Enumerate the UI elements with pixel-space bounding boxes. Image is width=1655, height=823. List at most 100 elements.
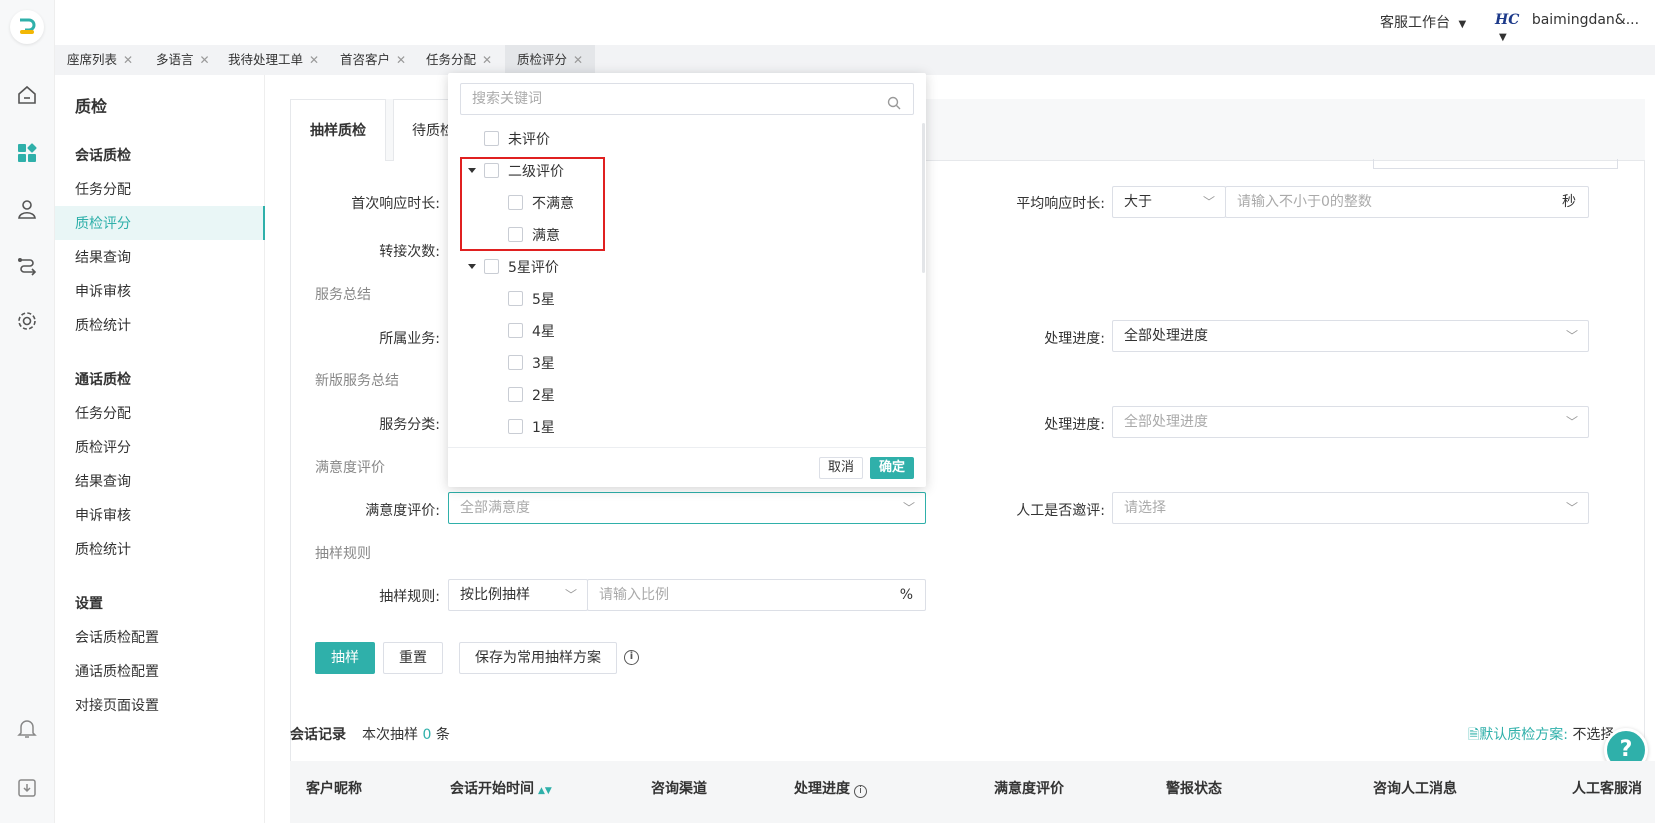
dashboard-icon[interactable] (14, 140, 40, 166)
tab-task-assign[interactable]: 任务分配 ✕ (414, 45, 500, 75)
sampling-mode-select[interactable]: 按比例抽样 ﹀ (448, 579, 588, 611)
option-dissatisfied[interactable]: 不满意 (532, 193, 574, 213)
satisfaction-select[interactable]: 全部满意度 ﹀ (448, 492, 926, 524)
service-category-label: 服务分类: (379, 417, 440, 433)
gear-icon[interactable] (14, 308, 40, 334)
checkbox-unrated[interactable] (484, 131, 499, 146)
col-customer-nickname: 客户昵称 (306, 781, 362, 797)
tab-multilang[interactable]: 多语言 ✕ (144, 45, 216, 75)
tab-first-consult[interactable]: 首咨客户 ✕ (328, 45, 414, 75)
workspace-label: 客服工作台 (1380, 15, 1450, 31)
sidebar-item-call-qc-score[interactable]: 质检评分 (75, 437, 131, 457)
close-icon[interactable]: ✕ (309, 53, 319, 67)
bell-icon[interactable] (14, 715, 40, 741)
avg-response-operator-select[interactable]: 大于 ﹀ (1112, 186, 1226, 218)
user-menu[interactable]: HC baimingdan&... ▼ (1495, 12, 1655, 44)
workspace-dropdown[interactable]: 客服工作台 ▼ (1380, 12, 1466, 32)
sort-icon[interactable]: ▲▼ (538, 786, 552, 796)
progress-select[interactable]: 全部处理进度 ﹀ (1112, 320, 1589, 352)
checkbox-star5[interactable] (508, 291, 523, 306)
dropdown-search-input[interactable]: 搜索关键词 (460, 83, 914, 115)
sidebar-title: 质检 (75, 97, 108, 116)
reset-button[interactable]: 重置 (383, 642, 443, 674)
option-star4[interactable]: 4星 (532, 321, 555, 341)
default-scheme-label: 默认质检方案: (1479, 727, 1568, 743)
tab-agent-list[interactable]: 座席列表 ✕ (55, 45, 135, 75)
tab-sampling-qc[interactable]: 抽样质检 (290, 99, 386, 161)
option-five-star-group[interactable]: 5星评价 (508, 257, 559, 277)
sidebar-item-appeal[interactable]: 申诉审核 (75, 281, 131, 301)
option-satisfied[interactable]: 满意 (532, 225, 560, 245)
checkbox-two-level[interactable] (484, 163, 499, 178)
chevron-down-icon: ﹀ (1565, 329, 1578, 343)
close-icon[interactable]: ✕ (200, 53, 210, 67)
input-placeholder: 请选择 (1124, 500, 1166, 516)
close-icon[interactable]: ✕ (396, 53, 406, 67)
first-response-label: 首次响应时长: (351, 196, 440, 212)
route-icon[interactable] (14, 252, 40, 278)
dropdown-confirm-button[interactable]: 确定 (870, 457, 914, 479)
checkbox-five-star[interactable] (484, 259, 499, 274)
sidebar-item-task-assign[interactable]: 任务分配 (75, 179, 131, 199)
sidebar-item-call-task-assign[interactable]: 任务分配 (75, 403, 131, 423)
option-two-level[interactable]: 二级评价 (508, 161, 564, 181)
dropdown-cancel-button[interactable]: 取消 (819, 457, 863, 479)
checkbox-star4[interactable] (508, 323, 523, 338)
close-icon[interactable]: ✕ (123, 53, 133, 67)
checkbox-satisfied[interactable] (508, 227, 523, 242)
default-scheme[interactable]: 🗎默认质检方案: 不选择 (1468, 724, 1614, 748)
operator-value: 大于 (1124, 194, 1152, 210)
expand-caret-icon[interactable] (468, 168, 476, 173)
chevron-down-icon: ﹀ (564, 588, 577, 602)
checkbox-dissatisfied[interactable] (508, 195, 523, 210)
info-icon[interactable]: i (624, 650, 639, 665)
input-placeholder: 搜索关键词 (472, 91, 542, 107)
sidebar-item-result-query[interactable]: 结果查询 (75, 247, 131, 267)
tab-my-tickets[interactable]: 我待处理工单 ✕ (216, 45, 328, 75)
save-scheme-button[interactable]: 保存为常用抽样方案 (459, 642, 617, 674)
sidebar-item-call-appeal[interactable]: 申诉审核 (75, 505, 131, 525)
close-icon[interactable]: ✕ (482, 53, 492, 67)
sidebar-item-call-config[interactable]: 通话质检配置 (75, 661, 159, 681)
col-session-start[interactable]: 会话开始时间 ▲▼ (450, 778, 552, 798)
checkbox-star3[interactable] (508, 355, 523, 370)
checkbox-star1[interactable] (508, 419, 523, 434)
transfer-count-label: 转接次数: (379, 244, 440, 260)
avg-response-label: 平均响应时长: (1016, 196, 1105, 212)
info-icon[interactable]: i (854, 785, 867, 798)
sidebar-item-session-config[interactable]: 会话质检配置 (75, 627, 159, 647)
sidebar-heading-settings: 设置 (75, 596, 103, 612)
tab-label: 多语言 (156, 52, 194, 67)
checkbox-star2[interactable] (508, 387, 523, 402)
count-value: 0 (422, 727, 432, 743)
download-icon[interactable] (14, 775, 40, 801)
sidebar-item-qc-score[interactable]: 质检评分 (75, 213, 131, 233)
option-star5[interactable]: 5星 (532, 289, 555, 309)
option-star2[interactable]: 2星 (532, 385, 555, 405)
dropdown-scrollbar[interactable] (922, 123, 925, 273)
close-icon[interactable]: ✕ (573, 53, 583, 67)
progress-label: 处理进度: (1044, 331, 1105, 347)
chevron-down-icon: ﹀ (1565, 415, 1578, 429)
sidebar-item-call-result[interactable]: 结果查询 (75, 471, 131, 491)
sample-button[interactable]: 抽样 (315, 642, 375, 674)
progress-value: 全部处理进度 (1124, 328, 1208, 344)
partial-input (1373, 159, 1618, 169)
option-star3[interactable]: 3星 (532, 353, 555, 373)
option-unrated[interactable]: 未评价 (508, 129, 550, 149)
count-suffix: 条 (435, 727, 450, 743)
sidebar-item-page-settings[interactable]: 对接页面设置 (75, 695, 159, 715)
home-icon[interactable] (14, 82, 40, 108)
sampling-ratio-input[interactable]: 请输入比例% (587, 579, 926, 611)
tab-qc-score[interactable]: 质检评分 ✕ (505, 45, 595, 75)
progress2-select[interactable]: 全部处理进度 ﹀ (1112, 406, 1589, 438)
manual-invite-select[interactable]: 请选择 ﹀ (1112, 492, 1589, 524)
sidebar-heading-call: 通话质检 (75, 372, 131, 388)
sidebar-item-stats[interactable]: 质检统计 (75, 315, 131, 335)
app-logo-icon[interactable] (10, 10, 44, 44)
expand-caret-icon[interactable] (468, 264, 476, 269)
option-star1[interactable]: 1星 (532, 417, 555, 437)
user-service-icon[interactable] (14, 196, 40, 222)
avg-response-input[interactable]: 请输入不小于0的整数 秒 (1225, 186, 1589, 218)
sidebar-item-call-stats[interactable]: 质检统计 (75, 539, 131, 559)
